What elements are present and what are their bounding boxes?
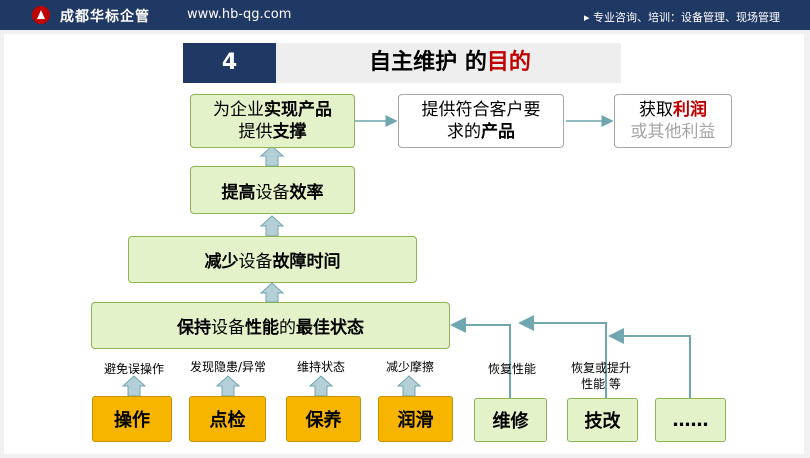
arrow-downtime-to-efficiency <box>259 215 285 237</box>
action-repair: 维修 <box>474 398 547 442</box>
arrow-state-to-downtime <box>259 282 285 303</box>
goal-customer-product: 提供符合客户要 求的产品 <box>398 94 564 148</box>
goal-profit: 获取利润 或其他利益 <box>614 94 732 148</box>
arrow-lubricate <box>396 375 422 397</box>
action-maintain: 保养 <box>286 396 361 442</box>
note-maintain: 维持状态 <box>296 360 345 374</box>
arrow-inspect <box>215 375 241 397</box>
level-reduce-downtime: 减少设备故障时间 <box>128 236 417 283</box>
action-more: …… <box>655 398 726 442</box>
connector-arrows <box>121 115 691 398</box>
action-inspect: 点检 <box>189 396 266 442</box>
arrow-efficiency-to-support <box>259 145 285 167</box>
note-techmod: 恢复或提升 性能 等 <box>570 361 631 391</box>
note-repair: 恢复性能 <box>487 362 536 376</box>
note-inspect: 发现隐患/异常 <box>189 360 267 374</box>
action-techmod: 技改 <box>567 398 638 442</box>
level-keep-best-state: 保持设备性能的最佳状态 <box>91 302 450 349</box>
goal-product-support: 为企业实现产品 提供支撑 <box>190 94 355 148</box>
action-lubricate: 润滑 <box>378 396 453 442</box>
note-operate: 避免误操作 <box>103 362 164 376</box>
note-lubricate: 减少摩擦 <box>385 360 434 374</box>
level-improve-efficiency: 提高设备效率 <box>190 166 355 214</box>
action-operate: 操作 <box>92 396 172 442</box>
arrow-maintain <box>308 375 334 397</box>
arrow-operate <box>121 375 147 397</box>
